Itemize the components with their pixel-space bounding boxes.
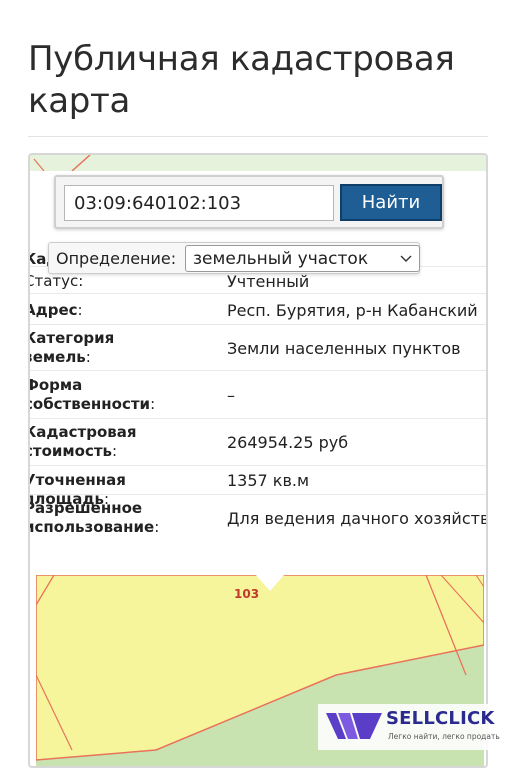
page-title-line1: Публичная кадастровая [28, 39, 455, 79]
info-value: Респ. Бурятия, р-н Кабанский [227, 301, 478, 320]
definition-select[interactable]: земельный участок [185, 245, 420, 272]
definition-label: Определение: [56, 249, 177, 268]
search-bar: Найти [54, 175, 444, 229]
sellclick-logo-icon [326, 713, 382, 739]
plot-number-label: 103 [234, 587, 260, 601]
page-title: Публичная кадастровая карта [28, 38, 498, 122]
info-value: Земли населенных пунктов [227, 339, 461, 358]
page-title-line2: карта [28, 81, 131, 121]
map-top-strip [30, 155, 486, 171]
info-label: Кадастровая стоимость: [28, 423, 137, 460]
info-label: Разрешенное использование: [28, 499, 160, 536]
info-row-ownership: Форма собственности: – [30, 371, 486, 419]
find-button[interactable]: Найти [340, 184, 442, 221]
info-row-cost: Кадастровая стоимость: 264954.25 руб [30, 419, 486, 466]
chevron-down-icon [400, 255, 412, 262]
info-value: 1357 кв.м [227, 471, 310, 490]
info-value: Для ведения дачного хозяйства [227, 509, 486, 528]
cadastral-map[interactable]: Найти Кад Статус: Учтенный Адрес: Респ. … [28, 153, 488, 768]
sellclick-watermark: SELLCLICK Легко найти, легко продать [318, 704, 500, 750]
info-label: Категория земель: [28, 329, 115, 366]
watermark-tagline: Легко найти, легко продать [388, 732, 500, 741]
info-value: 264954.25 руб [227, 433, 349, 452]
info-value: Учтенный [227, 272, 310, 291]
info-row-usage: Разрешенное использование: Для ведения да… [30, 495, 486, 544]
info-label: Адрес: [28, 301, 83, 319]
map-popup-pointer [256, 575, 284, 591]
info-row-area: Уточненная площадь: 1357 кв.м [30, 466, 486, 508]
info-row-category: Категория земель: Земли населенных пункто… [30, 325, 486, 371]
info-label: Статус: [28, 272, 84, 290]
definition-select-value: земельный участок [193, 249, 369, 269]
info-label: Форма собственности: [28, 376, 156, 413]
title-divider [28, 136, 488, 137]
definition-row: Определение: земельный участок [48, 242, 420, 274]
info-row-address: Адрес: Респ. Бурятия, р-н Кабанский [30, 294, 486, 325]
cadastral-number-input[interactable] [64, 185, 334, 221]
watermark-brand: SELLCLICK [386, 708, 495, 729]
info-value: – [227, 386, 235, 405]
